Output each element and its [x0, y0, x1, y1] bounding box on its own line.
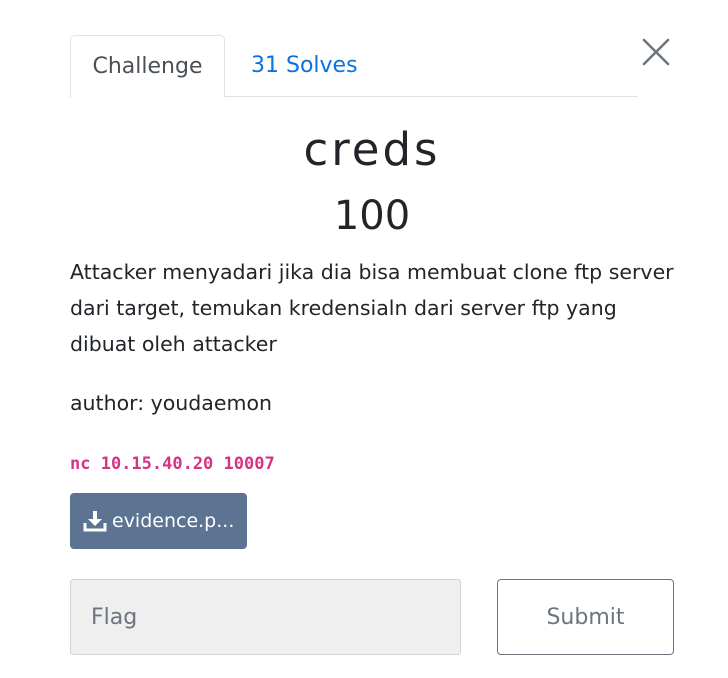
challenge-modal: Challenge 31 Solves creds 100 Attacker m… [0, 0, 728, 678]
close-button[interactable] [638, 34, 674, 70]
close-icon [642, 38, 670, 66]
tab-challenge-label: Challenge [92, 54, 203, 79]
challenge-author: author: youdaemon [70, 391, 272, 415]
connection-info: nc 10.15.40.20 10007 [70, 454, 275, 474]
tab-challenge[interactable]: Challenge [70, 35, 225, 98]
download-icon [83, 511, 107, 532]
challenge-name: creds [303, 123, 441, 176]
challenge-value: 100 [333, 193, 411, 239]
challenge-description: Attacker menyadari jika dia bisa membuat… [70, 260, 674, 356]
tab-solves-label: 31 Solves [251, 53, 358, 78]
submit-button[interactable]: Submit [497, 579, 674, 655]
flag-input[interactable] [70, 579, 461, 655]
file-name-label: evidence.p... [112, 510, 235, 532]
file-download-button[interactable]: evidence.p... [70, 493, 247, 549]
tab-solves[interactable]: 31 Solves [227, 35, 382, 97]
challenge-tabs: Challenge 31 Solves [70, 35, 638, 98]
